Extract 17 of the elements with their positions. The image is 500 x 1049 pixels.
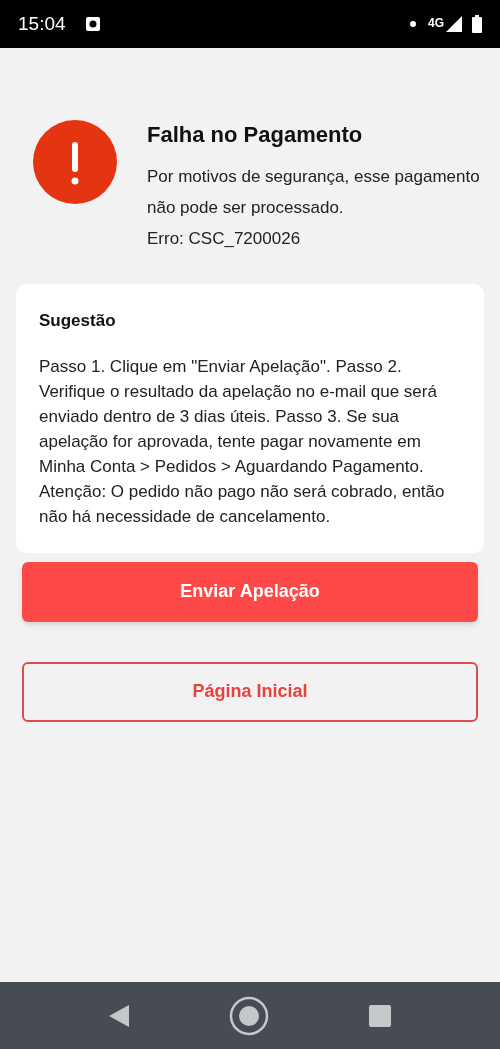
error-title: Falha no Pagamento [147,121,364,149]
error-message: Por motivos de segurança, esse pagamento não pode ser processado. [147,166,481,219]
suggestion-title: Sugestão [39,310,117,332]
appeal-button[interactable]: Enviar Apelação [22,561,478,622]
recents-icon[interactable] [369,1004,391,1027]
camera-icon [85,17,100,31]
alert-icon [33,120,117,204]
suggestion-text: Passo 1. Clique em "Enviar Apelação". Passo 2. Verifique o resultado da apelação no e-mail que será enviado dentro de 3 dias úteis. Passo 3. Se sua apelação for aprovada, tente pagar novamente em Minha Conta > Pedidos > Aguardando Pagamento. Atenção: O pedido não pago não será cobrado, então não há necessidade de cancelamento. [39,355,446,528]
clock: 15:04 [18,11,66,36]
dot-icon [410,21,416,27]
signal-icon [446,16,462,32]
error-code: Erro: CSC_7200026 [147,228,302,250]
back-icon[interactable] [109,1004,129,1027]
home-icon[interactable] [229,995,269,1036]
network-type: 4G [428,15,444,32]
home-button[interactable]: Página Inicial [22,661,478,722]
battery-icon [472,15,482,33]
